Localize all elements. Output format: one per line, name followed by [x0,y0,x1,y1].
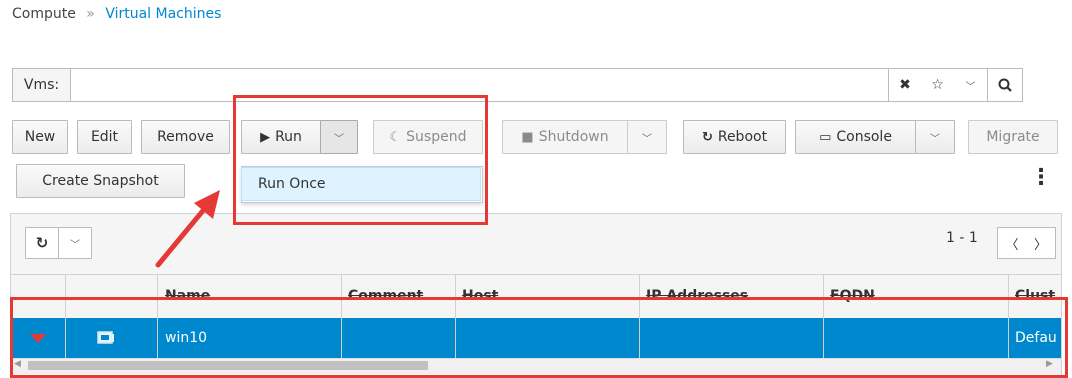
previous-page-button[interactable]: 〈 [997,227,1027,259]
column-header-ip-addresses[interactable]: IP Addresses [646,276,816,316]
search-input[interactable] [70,68,889,102]
suspend-button[interactable]: ☾ Suspend [373,120,483,154]
vm-windows-icon [97,331,115,349]
search-label: Vms: [12,68,71,102]
run-dropdown-toggle[interactable]: ﹀ [320,120,358,154]
shutdown-label: Shutdown [538,129,609,145]
column-divider [639,274,640,358]
run-label: Run [275,129,302,145]
breadcrumb-current[interactable]: Virtual Machines [105,6,221,22]
chevron-down-icon: ﹀ [642,133,652,145]
highlight-run-menu-box [233,95,488,225]
console-label: Console [836,129,892,145]
kebab-menu-icon[interactable]: ⋮ [1030,164,1052,192]
column-divider [455,274,456,358]
play-icon: ▶ [260,129,271,145]
run-once-menu-item[interactable]: Run Once [241,167,481,201]
chevron-down-icon: ﹀ [70,239,80,251]
console-dropdown-toggle[interactable]: ﹀ [915,120,955,154]
suspend-label: Suspend [406,129,467,145]
next-page-button[interactable]: 〉 [1026,227,1056,259]
chevron-right-icon: 〉 [1033,237,1047,253]
moon-icon: ☾ [389,129,402,145]
chevron-left-icon: 〈 [1005,237,1019,253]
new-button[interactable]: New [12,120,68,154]
reboot-label: Reboot [717,129,768,145]
refresh-button[interactable]: ↻ [25,227,59,259]
run-button[interactable]: ▶ Run [241,120,321,154]
shutdown-dropdown-toggle[interactable]: ﹀ [627,120,667,154]
monitor-icon: ▭ [819,129,832,145]
breadcrumb-root[interactable]: Compute [12,6,76,22]
reboot-button[interactable]: ↻ Reboot [683,120,786,154]
column-header-host[interactable]: Host [462,276,632,316]
refresh-dropdown-toggle[interactable]: ﹀ [58,227,92,259]
pagination-range: 1 - 1 [946,230,978,246]
chevron-down-icon: ﹀ [334,133,344,145]
column-divider [823,274,824,358]
vm-ip-cell [646,318,816,358]
scroll-left-icon[interactable]: ◀ [14,359,21,369]
bookmark-star-icon[interactable]: ☆ [921,68,955,102]
breadcrumb: Compute » Virtual Machines [12,6,221,22]
refresh-icon: ↻ [35,234,49,252]
search-icon [998,78,1012,92]
column-divider [1008,274,1009,358]
breadcrumb-separator: » [86,6,95,22]
vm-cluster-cell: Defau [1015,330,1057,346]
scroll-right-icon[interactable]: ▶ [1046,359,1053,369]
edit-button[interactable]: Edit [77,120,132,154]
refresh-icon: ↻ [701,129,713,145]
vm-comment-cell [348,318,452,358]
chevron-down-icon: ﹀ [930,133,940,145]
column-divider [157,274,158,358]
column-header-comment[interactable]: Comment [348,276,452,316]
annotation-arrow-icon [155,190,220,268]
stop-icon: ■ [521,129,534,145]
vm-name-cell[interactable]: win10 [165,318,335,358]
console-button[interactable]: ▭ Console [795,120,916,154]
vm-host-cell [462,318,632,358]
column-header-name[interactable]: Name [165,276,335,316]
column-header-cluster[interactable]: Clust [1015,276,1061,316]
search-button[interactable] [987,68,1023,102]
migrate-button[interactable]: Migrate [968,120,1058,154]
bookmark-dropdown-button[interactable]: ﹀ [954,68,988,102]
remove-button[interactable]: Remove [141,120,230,154]
column-divider [65,274,66,358]
scrollbar-thumb[interactable] [28,361,428,370]
row-status-down-icon [30,334,46,343]
shutdown-button[interactable]: ■ Shutdown [502,120,628,154]
chevron-down-icon: ﹀ [965,81,976,93]
vm-fqdn-cell [830,318,1000,358]
clear-search-icon[interactable]: ✖ [888,68,922,102]
column-header-fqdn[interactable]: FQDN [830,276,1000,316]
column-divider [341,274,342,358]
